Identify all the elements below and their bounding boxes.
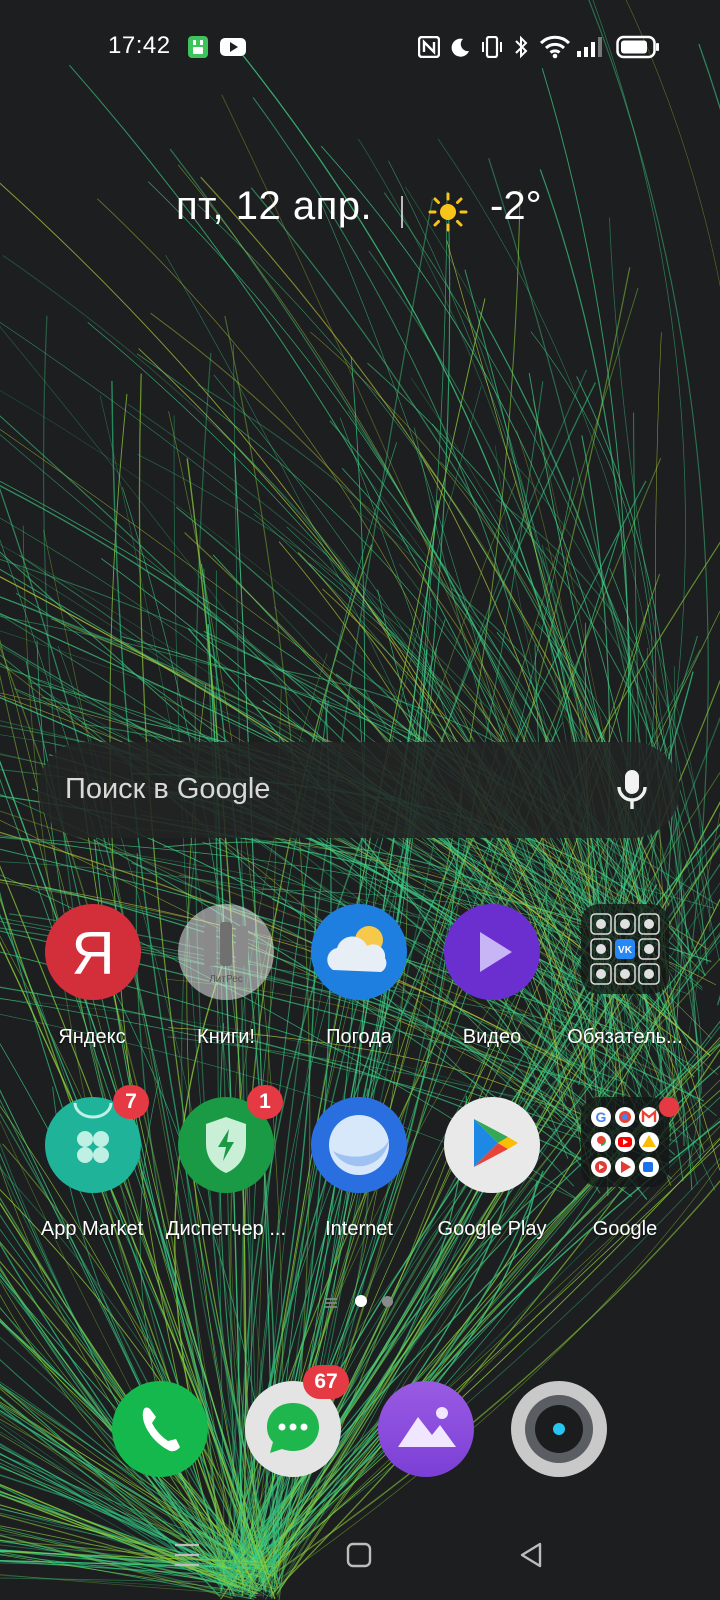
google-folder-badge <box>659 1097 679 1117</box>
google-play-icon[interactable] <box>436 1089 548 1201</box>
wifi-icon <box>540 34 570 60</box>
mic-icon[interactable] <box>612 768 652 812</box>
gallery-icon[interactable] <box>370 1373 482 1485</box>
google-glyph: G <box>596 1109 607 1125</box>
yandex-icon[interactable]: Я <box>37 896 149 1008</box>
sim-manager-icon <box>186 34 210 60</box>
app-label-app-market: App Market <box>40 1218 144 1240</box>
status-time: 17:42 <box>108 32 171 59</box>
home-icon[interactable] <box>346 1538 372 1572</box>
litres-icon[interactable]: ЛитРес <box>170 896 282 1008</box>
battery-icon <box>616 34 660 60</box>
signal-icon <box>576 34 604 60</box>
widget-divider <box>401 196 403 228</box>
app-label-weather: Погода <box>326 1026 392 1048</box>
camera-icon[interactable] <box>503 1373 615 1485</box>
app-label-books: Книги! <box>197 1026 255 1048</box>
app-label-yandex: Яндекс <box>58 1026 126 1048</box>
app-label-phone-manager: Диспетчер ... <box>165 1218 287 1240</box>
phone-icon[interactable] <box>104 1373 216 1485</box>
temperature[interactable]: -2° <box>490 184 542 229</box>
date-text[interactable]: пт, 12 апр. <box>176 184 372 229</box>
page-indicator-feed-icon[interactable] <box>325 1296 337 1308</box>
video-icon[interactable] <box>436 896 548 1008</box>
app-label-folder: Обязатель... <box>567 1026 683 1048</box>
youtube-icon <box>220 34 246 60</box>
page-indicator-dot[interactable] <box>382 1296 393 1307</box>
do-not-disturb-icon <box>450 34 472 60</box>
weather-icon[interactable] <box>303 896 415 1008</box>
app-label-google-play: Google Play <box>437 1218 547 1240</box>
messages-badge: 67 <box>303 1365 349 1399</box>
page-indicator-dot-active[interactable] <box>355 1295 367 1307</box>
vibrate-icon <box>480 34 504 60</box>
app-label-internet: Internet <box>325 1218 393 1240</box>
browser-icon[interactable] <box>303 1089 415 1201</box>
back-icon[interactable] <box>518 1538 544 1572</box>
search-placeholder[interactable]: Поиск в Google <box>65 773 270 806</box>
vk-glyph: VK <box>618 945 633 956</box>
app-label-video: Видео <box>462 1026 522 1048</box>
app-market-badge: 7 <box>113 1085 149 1119</box>
nfc-icon <box>418 34 440 60</box>
app-label-google: Google <box>592 1218 658 1240</box>
bluetooth-icon <box>512 34 530 60</box>
phone-manager-badge: 1 <box>247 1085 283 1119</box>
menu-icon[interactable] <box>173 1538 201 1572</box>
yandex-glyph: Я <box>71 920 114 987</box>
sun-icon[interactable] <box>428 192 468 232</box>
home-screen: 17:42 пт, 12 апр. -2° Поиск в Google Я Я… <box>0 0 720 1600</box>
litres-subtext: ЛитРес <box>209 974 243 985</box>
folder-icon[interactable]: VK <box>569 896 681 1008</box>
